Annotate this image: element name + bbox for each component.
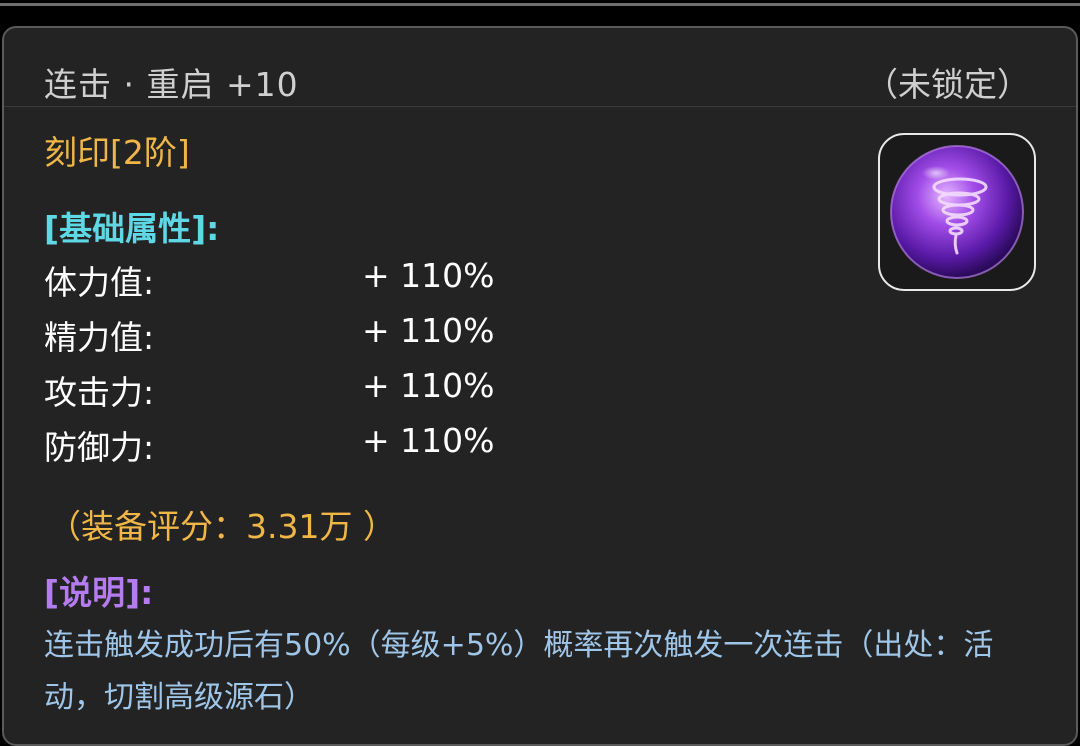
description-heading: [说明]: bbox=[44, 573, 154, 612]
item-title: 连击 · 重启 +10 bbox=[44, 65, 299, 104]
base-attributes-heading: [基础属性]: bbox=[44, 209, 220, 248]
stat-value-attack: + 110% bbox=[362, 366, 495, 405]
stat-label-attack: 攻击力: bbox=[44, 373, 155, 412]
stat-label-stamina: 体力值: bbox=[44, 263, 155, 302]
item-tooltip-panel: 连击 · 重启 +10 （未锁定） 刻印[2阶] [基础属性]: 体力值: + … bbox=[2, 26, 1078, 746]
top-divider bbox=[0, 3, 1080, 6]
purple-tornado-orb-icon bbox=[890, 145, 1024, 279]
lock-status[interactable]: （未锁定） bbox=[865, 58, 1030, 106]
top-bar bbox=[0, 0, 1080, 28]
tooltip-header: 连击 · 重启 +10 （未锁定） bbox=[4, 28, 1076, 107]
item-icon-frame bbox=[878, 133, 1036, 291]
stat-value-stamina: + 110% bbox=[362, 256, 495, 295]
stat-label-energy: 精力值: bbox=[44, 318, 155, 357]
stat-value-energy: + 110% bbox=[362, 311, 495, 350]
item-grade: 刻印[2阶] bbox=[44, 133, 190, 172]
stat-value-defense: + 110% bbox=[362, 421, 495, 460]
stat-label-defense: 防御力: bbox=[44, 428, 155, 467]
description-text: 连击触发成功后有50%（每级+5%）概率再次触发一次连击（出处：活动，切割高级源… bbox=[44, 628, 994, 715]
equipment-score: （装备评分：3.31万 ） bbox=[48, 507, 396, 546]
